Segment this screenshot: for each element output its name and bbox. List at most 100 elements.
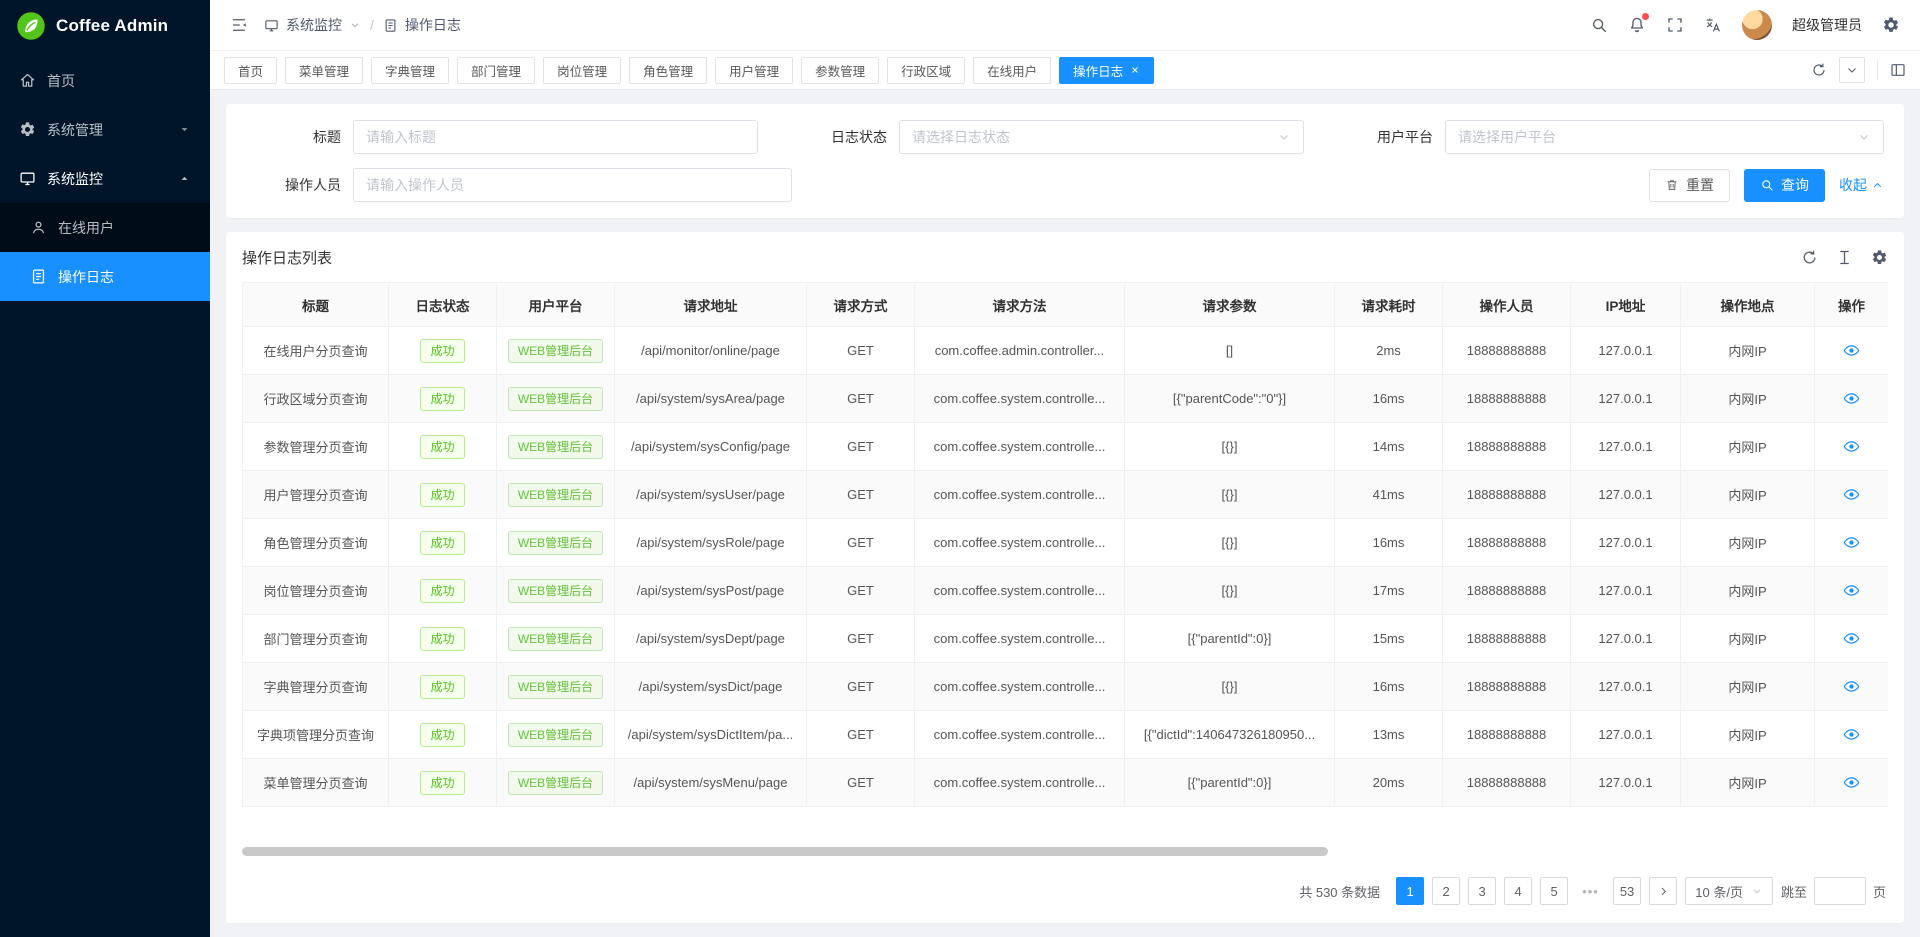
top-header: 系统监控 / 操作日志 超级管理员 [210, 0, 1920, 50]
tab-label: 角色管理 [643, 61, 693, 80]
page-button-53[interactable]: 53 [1613, 877, 1641, 905]
sidebar-item-operation-logs[interactable]: 操作日志 [0, 252, 210, 301]
status-tag: 成功 [420, 579, 464, 603]
cell-ip: 127.0.0.1 [1571, 663, 1681, 711]
breadcrumb-section[interactable]: 系统监控 [286, 15, 342, 35]
cell-duration: 13ms [1335, 711, 1443, 759]
tab-home[interactable]: 首页 [224, 57, 277, 84]
view-detail-eye-icon[interactable] [1843, 390, 1860, 407]
column-height-icon[interactable] [1836, 249, 1853, 266]
gear-icon [19, 121, 36, 138]
user-platform-select[interactable]: 请选择用户平台 [1445, 120, 1884, 154]
tab-menu-mgmt[interactable]: 菜单管理 [285, 57, 363, 84]
field-label-log-status: 日志状态 [792, 127, 887, 147]
notification-bell-icon[interactable] [1628, 16, 1646, 34]
platform-tag: WEB管理后台 [508, 771, 603, 795]
chevron-down-icon [1857, 130, 1871, 144]
search-icon[interactable] [1590, 16, 1608, 34]
page-button-1[interactable]: 1 [1396, 877, 1424, 905]
cell-duration: 2ms [1335, 327, 1443, 375]
platform-tag: WEB管理后台 [508, 339, 603, 363]
platform-tag: WEB管理后台 [508, 435, 603, 459]
tab-options-chevron-icon[interactable] [1839, 57, 1865, 83]
user-avatar[interactable] [1742, 10, 1772, 40]
column-header: 标题 [243, 283, 389, 327]
view-detail-eye-icon[interactable] [1843, 774, 1860, 791]
cell-actions [1815, 519, 1889, 567]
submenu-system-monitor: 在线用户操作日志 [0, 203, 210, 301]
tab-area-mgmt[interactable]: 行政区域 [887, 57, 965, 84]
cell-ip: 127.0.0.1 [1571, 471, 1681, 519]
close-tab-icon[interactable] [1130, 65, 1140, 75]
page-size-select[interactable]: 10 条/页 [1685, 877, 1773, 905]
search-button-label: 查询 [1781, 175, 1809, 195]
cell-operator: 18888888888 [1443, 375, 1571, 423]
cell-ip: 127.0.0.1 [1571, 711, 1681, 759]
user-name[interactable]: 超级管理员 [1792, 15, 1862, 35]
view-detail-eye-icon[interactable] [1843, 630, 1860, 647]
tab-post-mgmt[interactable]: 岗位管理 [543, 57, 621, 84]
log-status-select[interactable]: 请选择日志状态 [899, 120, 1304, 154]
collapse-link[interactable]: 收起 [1839, 175, 1884, 195]
page-button-2[interactable]: 2 [1432, 877, 1460, 905]
cell-params: [{"dictId":140647326180950... [1125, 711, 1335, 759]
cell-handler: com.coffee.system.controlle... [915, 663, 1125, 711]
status-tag: 成功 [420, 771, 464, 795]
tab-dept-mgmt[interactable]: 部门管理 [457, 57, 535, 84]
sidebar-item-system-monitor[interactable]: 系统监控 [0, 154, 210, 203]
fullscreen-icon[interactable] [1666, 16, 1684, 34]
sidebar-item-system-management[interactable]: 系统管理 [0, 105, 210, 154]
page-button-3[interactable]: 3 [1468, 877, 1496, 905]
cell-duration: 14ms [1335, 423, 1443, 471]
search-button[interactable]: 查询 [1744, 169, 1825, 202]
tab-param-mgmt[interactable]: 参数管理 [801, 57, 879, 84]
view-detail-eye-icon[interactable] [1843, 534, 1860, 551]
cell-params: [{"parentCode":"0"}] [1125, 375, 1335, 423]
cell-platform: WEB管理后台 [497, 519, 615, 567]
page-button-4[interactable]: 4 [1504, 877, 1532, 905]
cell-location: 内网IP [1681, 471, 1815, 519]
tab-operation-logs[interactable]: 操作日志 [1059, 57, 1154, 84]
tab-user-mgmt[interactable]: 用户管理 [715, 57, 793, 84]
tab-dict-mgmt[interactable]: 字典管理 [371, 57, 449, 84]
refresh-tab-icon[interactable] [1811, 62, 1827, 78]
sidebar-item-home[interactable]: 首页 [0, 56, 210, 105]
tab-online-users[interactable]: 在线用户 [973, 57, 1051, 84]
view-detail-eye-icon[interactable] [1843, 582, 1860, 599]
view-detail-eye-icon[interactable] [1843, 438, 1860, 455]
page-button-5[interactable]: 5 [1540, 877, 1568, 905]
table-row: 岗位管理分页查询成功WEB管理后台/api/system/sysPost/pag… [243, 567, 1889, 615]
table-settings-gear-icon[interactable] [1871, 249, 1888, 266]
sidebar-item-online-users[interactable]: 在线用户 [0, 203, 210, 252]
tab-label: 用户管理 [729, 61, 779, 80]
cell-status: 成功 [389, 471, 497, 519]
platform-tag: WEB管理后台 [508, 627, 603, 651]
layout-icon[interactable] [1890, 62, 1906, 78]
next-page-button[interactable] [1649, 877, 1677, 905]
view-detail-eye-icon[interactable] [1843, 678, 1860, 695]
column-header: IP地址 [1571, 283, 1681, 327]
title-input[interactable] [366, 129, 745, 145]
view-detail-eye-icon[interactable] [1843, 726, 1860, 743]
cell-actions [1815, 423, 1889, 471]
jump-page-input[interactable] [1814, 877, 1866, 905]
reset-button[interactable]: 重置 [1649, 169, 1730, 202]
platform-tag: WEB管理后台 [508, 387, 603, 411]
cell-params: [] [1125, 327, 1335, 375]
cell-operator: 18888888888 [1443, 567, 1571, 615]
field-label-title: 标题 [246, 127, 341, 147]
tab-role-mgmt[interactable]: 角色管理 [629, 57, 707, 84]
translate-icon[interactable] [1704, 16, 1722, 34]
menu-fold-icon[interactable] [230, 16, 248, 34]
tab-label: 菜单管理 [299, 61, 349, 80]
cell-handler: com.coffee.admin.controller... [915, 327, 1125, 375]
view-detail-eye-icon[interactable] [1843, 342, 1860, 359]
page-size-value: 10 条/页 [1695, 882, 1743, 901]
scrollbar-thumb[interactable] [242, 847, 1328, 856]
operator-input[interactable] [366, 177, 779, 193]
caret-up-icon [1871, 179, 1884, 192]
refresh-icon[interactable] [1801, 249, 1818, 266]
view-detail-eye-icon[interactable] [1843, 486, 1860, 503]
settings-gear-icon[interactable] [1882, 16, 1900, 34]
table-wrapper: 标题日志状态用户平台请求地址请求方式请求方法请求参数请求耗时操作人员IP地址操作… [242, 282, 1888, 807]
